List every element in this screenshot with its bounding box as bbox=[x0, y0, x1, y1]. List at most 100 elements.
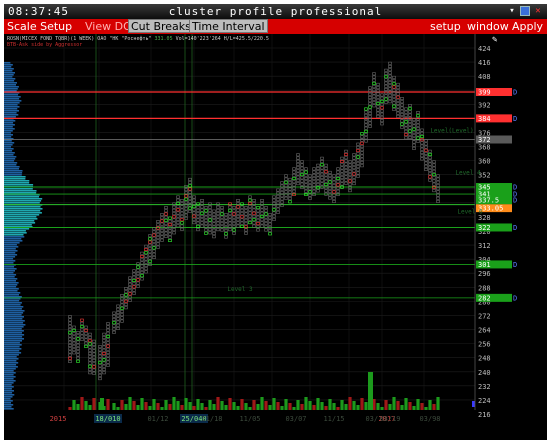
cluster-cell bbox=[356, 158, 360, 162]
cluster-cell bbox=[280, 187, 284, 191]
cluster-cell bbox=[188, 209, 192, 213]
cluster-cell bbox=[156, 220, 160, 224]
cluster-cell bbox=[268, 213, 272, 217]
profile-bar bbox=[4, 172, 23, 174]
cluster-cell bbox=[124, 306, 128, 310]
profile-bar bbox=[4, 102, 20, 104]
cluster-cell bbox=[396, 82, 400, 86]
cluster-cell bbox=[292, 183, 296, 187]
cluster-cell bbox=[84, 335, 88, 339]
cluster-cell bbox=[92, 355, 96, 359]
cluster-cell bbox=[416, 127, 420, 131]
cut-breaks-tab[interactable]: Cut Breaks bbox=[128, 19, 194, 33]
profile-bar bbox=[4, 344, 22, 346]
setup-menu[interactable]: setup bbox=[430, 20, 461, 33]
volume-bar bbox=[324, 406, 328, 410]
cluster-cell bbox=[324, 167, 328, 171]
volume-bar bbox=[228, 398, 232, 410]
apply-button[interactable]: Apply bbox=[512, 20, 543, 33]
price-tick-label: 272 bbox=[478, 312, 491, 320]
profile-bar bbox=[4, 302, 22, 304]
cluster-cell bbox=[432, 176, 436, 180]
time-interval-tab[interactable]: Time Interval bbox=[189, 19, 268, 33]
minimize-icon[interactable]: ▾ bbox=[507, 6, 517, 16]
cluster-cell bbox=[68, 343, 72, 347]
cluster-cell bbox=[106, 363, 110, 367]
cluster-cell bbox=[76, 340, 80, 344]
cluster-cell bbox=[116, 320, 120, 324]
cluster-cell bbox=[344, 181, 348, 185]
cluster-cell bbox=[224, 213, 228, 217]
cluster-cell bbox=[188, 181, 192, 185]
cluster-cell bbox=[152, 246, 156, 250]
cluster-cell bbox=[208, 208, 212, 212]
cluster-cell bbox=[212, 219, 216, 223]
cluster-cell bbox=[392, 79, 396, 83]
cluster-cell bbox=[248, 198, 252, 202]
cluster-cell bbox=[364, 107, 368, 111]
cluster-candle bbox=[180, 199, 184, 231]
profile-bar bbox=[4, 144, 13, 146]
cluster-cell bbox=[432, 179, 436, 183]
cluster-cell bbox=[92, 352, 96, 356]
cluster-cell bbox=[388, 71, 392, 75]
volume-bar bbox=[260, 397, 264, 410]
cluster-candle bbox=[412, 118, 416, 150]
profile-bar bbox=[4, 304, 21, 306]
cluster-cell bbox=[328, 186, 332, 190]
cluster-cell bbox=[300, 163, 304, 167]
profile-bar bbox=[4, 110, 19, 112]
profile-bar bbox=[4, 90, 17, 92]
price-level-tag-label: 282 bbox=[478, 294, 491, 302]
profile-bar bbox=[4, 258, 14, 260]
cluster-cell bbox=[132, 279, 136, 283]
level-label: Level 6 bbox=[457, 208, 483, 215]
cluster-cell bbox=[364, 113, 368, 117]
cluster-cell bbox=[376, 95, 380, 99]
cluster-cell bbox=[102, 361, 106, 365]
cluster-cell bbox=[320, 163, 324, 167]
cluster-cell bbox=[360, 157, 364, 161]
cluster-cell bbox=[296, 156, 300, 160]
volume-bar bbox=[272, 398, 276, 410]
cluster-cell bbox=[228, 221, 232, 225]
cluster-cell bbox=[124, 287, 128, 291]
profile-bar bbox=[4, 392, 13, 394]
cluster-cell bbox=[124, 290, 128, 294]
cluster-cell bbox=[224, 232, 228, 236]
profile-bar bbox=[4, 124, 15, 126]
cluster-cell bbox=[296, 162, 300, 166]
volume-bar bbox=[172, 397, 176, 410]
cluster-cell bbox=[260, 208, 264, 212]
cluster-cell bbox=[384, 100, 388, 104]
profile-bar bbox=[4, 246, 19, 248]
cluster-cell bbox=[102, 348, 106, 352]
title-bar: 08:37:45 cluster profile professional ▾ … bbox=[4, 4, 547, 19]
cluster-cell bbox=[256, 222, 260, 226]
volume-bar bbox=[424, 407, 428, 410]
price-level-tag-label: 337.5 bbox=[478, 197, 499, 205]
cluster-cell bbox=[252, 205, 256, 209]
volume-bar bbox=[192, 406, 196, 410]
cluster-cell bbox=[408, 123, 412, 127]
restore-icon[interactable] bbox=[520, 6, 530, 16]
cluster-cell bbox=[88, 348, 92, 352]
volume-bar bbox=[304, 397, 308, 410]
cluster-candle bbox=[312, 167, 316, 197]
cluster-chart[interactable]: 4244164084003923843763683603523443363283… bbox=[4, 34, 547, 440]
profile-bar bbox=[4, 236, 25, 238]
profile-bar bbox=[4, 340, 22, 342]
cluster-cell bbox=[208, 212, 212, 216]
window-menu[interactable]: window bbox=[467, 20, 509, 33]
profile-bar bbox=[4, 348, 22, 350]
cluster-cell bbox=[240, 212, 244, 216]
cluster-cell bbox=[76, 350, 80, 354]
cluster-cell bbox=[424, 161, 428, 165]
time-label: 2015 bbox=[50, 415, 67, 423]
close-icon[interactable]: ✕ bbox=[533, 6, 543, 16]
scale-setup-menu[interactable]: Scale Setup bbox=[7, 20, 72, 33]
cluster-cell bbox=[384, 84, 388, 88]
profile-bar bbox=[4, 108, 18, 110]
cluster-cell bbox=[140, 274, 144, 278]
pencil-icon[interactable]: ✎ bbox=[492, 35, 502, 45]
